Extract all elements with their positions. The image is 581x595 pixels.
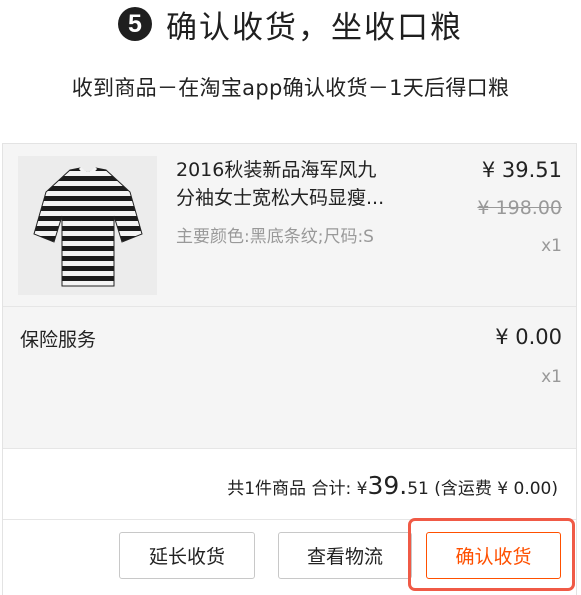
- total-dec: 51: [407, 479, 429, 499]
- insurance-price: ¥ 0.00: [495, 325, 562, 349]
- step-subtitle: 收到商品－在淘宝app确认收货－1天后得口粮: [71, 76, 510, 100]
- view-logistics-button[interactable]: 查看物流: [278, 532, 412, 579]
- product-original-price: ¥ 198.00: [477, 197, 562, 219]
- order-actions: 延长收货 查看物流 确认收货: [3, 518, 576, 595]
- product-title[interactable]: 2016秋装新品海军风九 分袖女士宽松大码显瘦...: [176, 156, 446, 212]
- product-title-line2: 分袖女士宽松大码显瘦...: [176, 187, 385, 209]
- step-header: 5 确认收货，坐收口粮: [0, 2, 581, 46]
- product-quantity: x1: [541, 236, 562, 256]
- confirm-receipt-button[interactable]: 确认收货: [426, 532, 561, 579]
- order-item-row[interactable]: 2016秋装新品海军风九 分袖女士宽松大码显瘦... 主要颜色:黑底条纹;尺码:…: [3, 144, 576, 307]
- order-summary: 共1件商品 合计: ¥39.51 (含运费 ¥ 0.00): [3, 449, 576, 520]
- insurance-label: 保险服务: [20, 329, 97, 351]
- order-summary-text: 共1件商品 合计: ¥39.51 (含运费 ¥ 0.00): [227, 471, 558, 500]
- extend-receipt-button[interactable]: 延长收货: [119, 532, 255, 579]
- step-title: 确认收货，坐收口粮: [166, 9, 463, 46]
- step-number-badge: 5: [118, 7, 152, 41]
- product-price: ¥ 39.51: [481, 158, 562, 182]
- order-card: 2016秋装新品海军风九 分袖女士宽松大码显瘦... 主要颜色:黑底条纹;尺码:…: [2, 143, 577, 595]
- product-sku: 主要颜色:黑底条纹;尺码:S: [176, 227, 374, 247]
- total-label: 合计:: [311, 479, 352, 499]
- total-int: 39.: [367, 471, 408, 500]
- product-title-line1: 2016秋装新品海军风九: [176, 159, 377, 181]
- insurance-row: 保险服务 ¥ 0.00 x1: [3, 307, 576, 449]
- shipping-text: (含运费 ¥ 0.00): [434, 479, 558, 499]
- striped-shirt-image: [18, 156, 157, 295]
- insurance-quantity: x1: [541, 367, 562, 387]
- item-count: 共1件商品: [227, 479, 307, 499]
- total-currency: ¥: [356, 479, 368, 499]
- product-thumbnail[interactable]: [18, 156, 157, 295]
